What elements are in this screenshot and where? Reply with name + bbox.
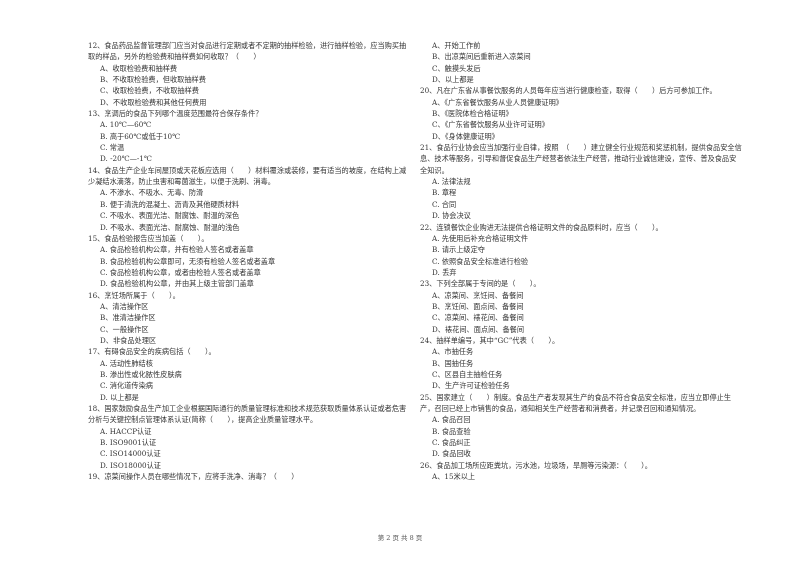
- question-text: 22、连锁餐饮企业购进无法提供合格证明文件的食品原料时，应当（ ）。: [420, 222, 663, 232]
- answer-option: A. HACCP认证: [100, 426, 152, 436]
- answer-option: D. 不吸水、表面光洁、耐腐蚀、耐温的浅色: [100, 222, 240, 232]
- question-block: 13、烹调后的食品下列哪个温度范围最符合保存条件？ A. 10℃—60℃ B. 高于…: [88, 108, 410, 165]
- answer-option: D、以上都是: [432, 75, 474, 85]
- answer-option: A. 法律法规: [432, 177, 471, 187]
- question-block: 24、抽样单编号，其中“GC”代表（ ）。 A、市抽任务 B、国抽任务 C、区县自主抽…: [420, 335, 742, 392]
- answer-option: D. 以上都是: [100, 392, 139, 402]
- answer-option: B. 食品检验机构公章即可，无须有检验人签名或者盖章: [100, 256, 276, 266]
- question-block: 21、食品行业协会应当加强行业自律，按照 （ ）建立健全行业规范和奖惩机制，提供…: [420, 142, 742, 221]
- answer-option: D. -20℃—-1℃: [100, 154, 152, 164]
- answer-option: A. 不渗水、不吸水、无毒、防滑: [100, 188, 204, 198]
- question-block: 20、凡在广东省从事餐饮服务的人员每年应当进行健康检查，取得（ ）后方可参加工作…: [420, 85, 742, 142]
- answer-option: B. 食品查验: [432, 426, 471, 436]
- answer-option: C. ISO14000认证: [100, 449, 161, 459]
- question-text: 17、有碍食品安全的疾病包括（ ）。: [88, 347, 216, 357]
- answer-option: B. 渗出性或化脓性皮肤病: [100, 369, 182, 379]
- question-text: 15、食品检验报告应当加盖（ ）。: [88, 233, 209, 243]
- question-text: 21、食品行业协会应当加强行业自律，按照 （ ）建立健全行业规范和奖惩机制，提供…: [420, 143, 742, 175]
- answer-option: B. 请示上级定夺: [432, 245, 485, 255]
- answer-option: C. 合同: [432, 199, 457, 209]
- answer-option: A. 活动性肺结核: [100, 358, 153, 368]
- answer-option: D、《身体健康证明》: [432, 131, 499, 141]
- question-text: 13、烹调后的食品下列哪个温度范围最符合保存条件？: [88, 109, 263, 119]
- question-block: 19、凉菜间操作人员在哪些情况下，应将手洗净、消毒？（ ）: [88, 471, 410, 482]
- question-block: 15、食品检验报告应当加盖（ ）。 A. 食品检验机构公章，并有检验人签名或者盖章…: [88, 233, 410, 290]
- question-block: 18、国家鼓励食品生产加工企业根据国际通行的质量管理标准和技术规范获取质量体系认…: [88, 403, 410, 471]
- answer-option: A、收取检验费和抽样费: [100, 63, 178, 73]
- answer-option: C、一般操作区: [100, 324, 149, 334]
- answer-option: D. ISO18000认证: [100, 460, 161, 470]
- answer-option: D. 食品回收: [432, 449, 471, 459]
- question-block: A、开始工作前 B、出凉菜间后重新进入凉菜间 C、触摸头发后 D、以上都是: [420, 40, 742, 85]
- answer-option: C. 食品检验机构公章，或者由检验人签名或者盖章: [100, 267, 261, 277]
- answer-option: B. 高于60℃或低于10℃: [100, 131, 181, 141]
- question-block: 14、食品生产企业车间屋顶或天花板应选用（ ）材料覆涂或装修，要有适当的坡度，在…: [88, 165, 410, 233]
- question-block: 22、连锁餐饮企业购进无法提供合格证明文件的食品原料时，应当（ ）。 A. 先使用…: [420, 222, 742, 279]
- question-block: 12、食品药品监督管理部门应当对食品进行定期或者不定期的抽样检验，进行抽样检验，…: [88, 40, 410, 108]
- answer-option: B、《医院体检合格证明》: [432, 109, 513, 119]
- question-text: 19、凉菜间操作人员在哪些情况下，应将手洗净、消毒？（ ）: [88, 472, 299, 482]
- question-text: 14、食品生产企业车间屋顶或天花板应选用（ ）材料覆涂或装修，要有适当的坡度，在…: [88, 165, 407, 187]
- answer-option: C. 常温: [100, 143, 125, 153]
- answer-option: A、开始工作前: [432, 41, 481, 50]
- answer-option: C、收取检验费，不收取抽样费: [100, 86, 199, 96]
- answer-option: A. 10℃—60℃: [100, 120, 152, 130]
- question-block: 23、下列全部属于专间的是（ ）。 A、凉菜间、烹饪间、备餐间 B、烹饪间、面点间、…: [420, 278, 742, 335]
- answer-option: D、生产许可证检验任务: [432, 381, 510, 391]
- answer-option: B. ISO9001认证: [100, 438, 157, 448]
- answer-option: A、市抽任务: [432, 347, 474, 357]
- question-text: 20、凡在广东省从事餐饮服务的人员每年应当进行健康检查，取得（ ）后方可参加工作…: [420, 86, 717, 96]
- answer-option: B、烹饪间、面点间、备餐间: [432, 301, 524, 311]
- answer-option: D、非食品处理区: [100, 335, 157, 345]
- answer-option: B. 章程: [432, 188, 457, 198]
- answer-option: A. 食品召回: [432, 415, 471, 425]
- answer-option: D. 协会决议: [432, 211, 471, 221]
- answer-option: C. 消化道传染病: [100, 381, 153, 391]
- answer-option: C. 食品纠正: [432, 438, 471, 448]
- answer-option: B、准清洁操作区: [100, 313, 156, 323]
- question-block: 25、国家建立（ ）制度。食品生产者发现其生产的食品不符合食品安全标准，应当立即…: [420, 392, 742, 460]
- answer-option: A、清洁操作区: [100, 301, 149, 311]
- question-block: 17、有碍食品安全的疾病包括（ ）。 A. 活动性肺结核 B. 渗出性或化脓性皮肤病…: [88, 346, 410, 403]
- answer-option: B. 便于清洗的混凝土、沥青及其他硬质材料: [100, 199, 240, 209]
- page-footer: 第 2 页 共 8 页: [377, 534, 423, 542]
- question-text: 18、国家鼓励食品生产加工企业根据国际通行的质量管理标准和技术规范获取质量体系认…: [88, 404, 407, 425]
- answer-option: B、国抽任务: [432, 358, 474, 368]
- answer-option: D. 食品检验机构公章，并由其上级主管部门盖章: [100, 279, 254, 289]
- question-text: 12、食品药品监督管理部门应当对食品进行定期或者不定期的抽样检验，进行抽样检验，…: [88, 41, 407, 62]
- answer-option: A. 先使用后补充合格证明文件: [432, 233, 529, 243]
- answer-option: C、触摸头发后: [432, 63, 481, 73]
- answer-option: A. 食品检验机构公章，并有检验人签名或者盖章: [100, 245, 254, 255]
- question-text: 26、食品加工场所应距粪坑，污水池，垃圾场，旱厕等污染源：（ ）。: [420, 460, 652, 470]
- answer-option: B、不收取检验费，但收取抽样费: [100, 75, 206, 85]
- answer-option: C. 不吸水、表面光洁、耐腐蚀、耐温的深色: [100, 211, 240, 221]
- answer-option: A、15米以上: [432, 472, 476, 482]
- question-block: 16、烹饪场所属于（ ）。 A、清洁操作区 B、准清洁操作区 C、一般操作区 D、非食品…: [88, 290, 410, 347]
- answer-option: A、《广东省餐饮服务从业人员健康证明》: [432, 97, 563, 107]
- answer-option: B、出凉菜间后重新进入凉菜间: [432, 52, 531, 62]
- answer-option: C、凉菜间、裱花间、备餐间: [432, 313, 524, 323]
- answer-option: C、《广东省餐饮服务从业许可证明》: [432, 120, 549, 130]
- answer-option: C. 依照食品安全标准进行检验: [432, 256, 529, 266]
- answer-option: D. 丢弃: [432, 267, 457, 277]
- question-text: 25、国家建立（ ）制度。食品生产者发现其生产的食品不符合食品安全标准，应当立即…: [420, 392, 732, 413]
- answer-option: A、凉菜间、烹饪间、备餐间: [432, 290, 524, 300]
- answer-option: D、裱花间、面点间、备餐间: [432, 324, 525, 334]
- question-block: 26、食品加工场所应距粪坑，污水池，垃圾场，旱厕等污染源：（ ）。 A、15米以上: [420, 460, 742, 483]
- question-text: 16、烹饪场所属于（ ）。: [88, 290, 180, 300]
- answer-option: D、不收取检验费和其他任何费用: [100, 97, 207, 107]
- question-text: 24、抽样单编号，其中“GC”代表（ ）。: [420, 335, 560, 345]
- right-column: A、开始工作前 B、出凉菜间后重新进入凉菜间 C、触摸头发后 D、以上都是 20、凡在广…: [420, 40, 742, 482]
- left-column: 12、食品药品监督管理部门应当对食品进行定期或者不定期的抽样检验，进行抽样检验，…: [88, 40, 410, 482]
- question-text: 23、下列全部属于专间的是（ ）。: [420, 279, 541, 289]
- answer-option: C、区县自主抽检任务: [432, 369, 503, 379]
